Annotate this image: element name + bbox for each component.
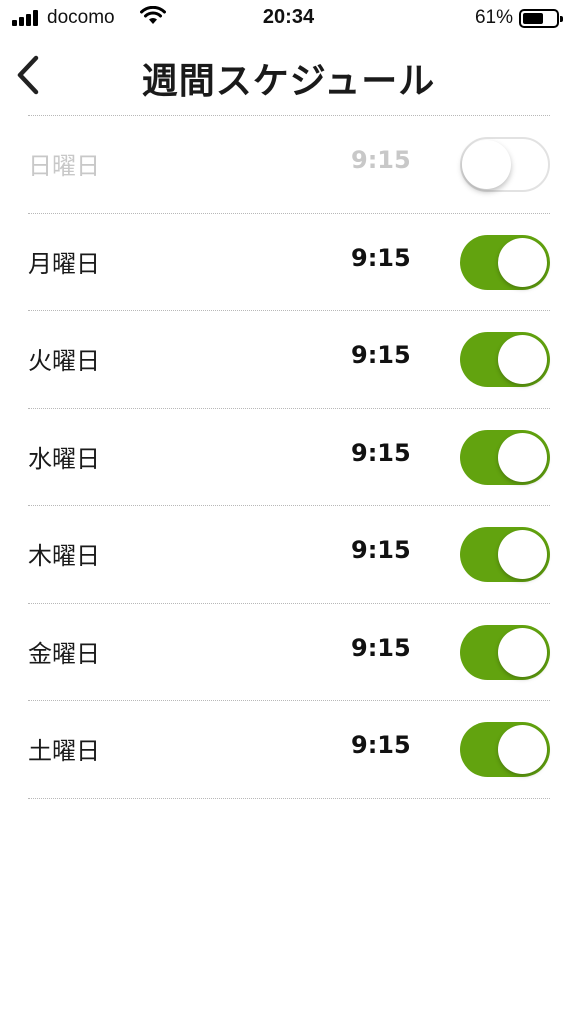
toggle-knob xyxy=(498,237,547,287)
schedule-time[interactable]: 9:15 xyxy=(351,146,411,174)
day-enable-toggle[interactable] xyxy=(460,722,550,777)
schedule-time[interactable]: 9:15 xyxy=(351,731,411,759)
schedule-time[interactable]: 9:15 xyxy=(351,341,411,369)
schedule-row: 日曜日 9:15 xyxy=(28,116,550,214)
day-label: 土曜日 xyxy=(28,737,100,765)
day-enable-toggle[interactable] xyxy=(460,527,550,582)
day-enable-toggle[interactable] xyxy=(460,234,550,290)
day-label: 月曜日 xyxy=(28,249,100,278)
schedule-row: 水曜日 9:15 xyxy=(28,409,550,506)
weekly-schedule-list: 日曜日 9:15 月曜日 9:15 火曜日 9:15 水曜日 9:15 木曜日 9:15 金曜日 9:… xyxy=(28,115,550,799)
schedule-row: 月曜日 9:15 xyxy=(28,214,550,311)
day-enable-toggle[interactable] xyxy=(460,137,550,192)
day-enable-toggle[interactable] xyxy=(460,332,550,387)
battery-percent: 61% xyxy=(474,7,513,28)
toggle-knob xyxy=(498,432,547,482)
schedule-row: 金曜日 9:15 xyxy=(28,604,550,701)
day-enable-toggle[interactable] xyxy=(460,429,550,485)
day-label: 日曜日 xyxy=(28,152,100,180)
battery-icon xyxy=(519,9,563,28)
schedule-row: 火曜日 9:15 xyxy=(28,311,550,409)
status-bar: docomo 20:34 61% xyxy=(0,0,577,38)
schedule-time[interactable]: 9:15 xyxy=(351,634,411,662)
schedule-row: 土曜日 9:15 xyxy=(28,701,550,799)
page-title: 週間スケジュール xyxy=(141,61,436,102)
schedule-row: 木曜日 9:15 xyxy=(28,506,550,604)
navigation-bar: 週間スケジュール xyxy=(0,38,577,113)
day-label: 木曜日 xyxy=(28,542,100,570)
schedule-time[interactable]: 9:15 xyxy=(351,439,411,467)
toggle-knob xyxy=(462,140,511,189)
toggle-knob xyxy=(498,530,547,579)
schedule-time[interactable]: 9:15 xyxy=(351,244,411,272)
toggle-knob xyxy=(498,627,547,677)
day-enable-toggle[interactable] xyxy=(460,624,550,680)
day-label: 火曜日 xyxy=(28,347,100,375)
toggle-knob xyxy=(498,335,547,384)
day-label: 金曜日 xyxy=(28,639,100,668)
schedule-time[interactable]: 9:15 xyxy=(351,536,411,564)
toggle-knob xyxy=(498,725,547,774)
day-label: 水曜日 xyxy=(28,444,100,473)
